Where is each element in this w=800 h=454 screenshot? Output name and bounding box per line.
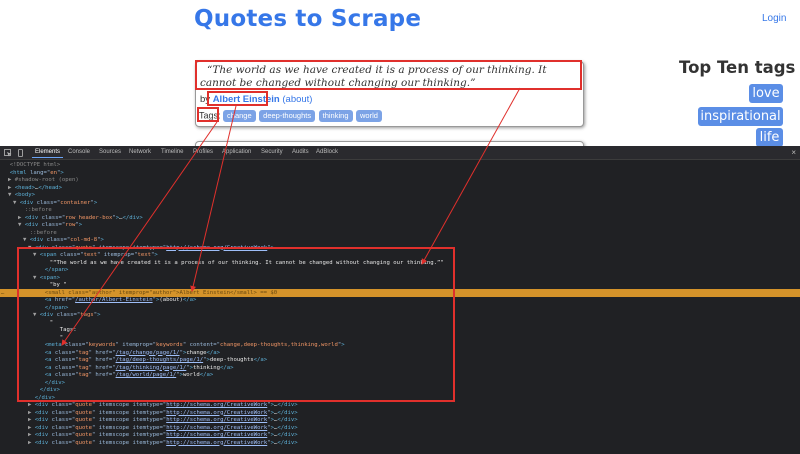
tab-network[interactable]: Network [129,149,151,155]
by-label: by [200,94,211,105]
top-tags-title: Top Ten tags [679,58,796,77]
tab-security[interactable]: Security [261,149,283,155]
device-toolbar-icon[interactable] [17,149,25,157]
quote-tags: Tags: change deep-thoughts thinking worl… [199,110,383,122]
tab-application[interactable]: Application [222,149,251,155]
top-tag-love[interactable]: love [749,84,783,103]
tag-deep-thoughts[interactable]: deep-thoughts [259,110,316,122]
tab-console[interactable]: Console [68,149,90,155]
tags-label: Tags: [199,110,221,121]
login-link[interactable]: Login [762,13,786,24]
tag-world[interactable]: world [356,110,382,122]
devtools-close-icon[interactable]: × [791,148,796,157]
quote-by-line: by Albert Einstein (about) [200,94,312,105]
tab-audits[interactable]: Audits [292,149,309,155]
about-link[interactable]: (about) [282,94,312,105]
tab-elements[interactable]: Elements [31,149,64,158]
quote-author: Albert Einstein [212,94,280,105]
site-title[interactable]: Quotes to Scrape [194,6,421,32]
tab-sources[interactable]: Sources [99,149,121,155]
devtools-panel: Elements Console Sources Network Timelin… [0,146,800,454]
quote-text: “The world as we have created it is a pr… [200,64,547,89]
inspect-element-icon[interactable] [4,149,12,157]
tag-change[interactable]: change [223,110,256,122]
tag-thinking[interactable]: thinking [318,110,353,122]
elements-tree[interactable]: <!DOCTYPE html> <html lang="en"> ▶ #shado… [0,161,800,454]
top-tag-inspirational[interactable]: inspirational [698,107,783,126]
web-page: Quotes to Scrape Login “The world as we … [0,0,800,146]
tab-timeline[interactable]: Timeline [161,149,183,155]
devtools-toolbar: Elements Console Sources Network Timelin… [0,146,800,160]
tab-profiles[interactable]: Profiles [193,149,213,155]
top-tag-life[interactable]: life [756,128,783,146]
dom-tree-line[interactable]: ▶ <div class="quote" itemscope itemtype=… [0,439,800,447]
tab-adblock[interactable]: AdBlock [316,149,338,155]
